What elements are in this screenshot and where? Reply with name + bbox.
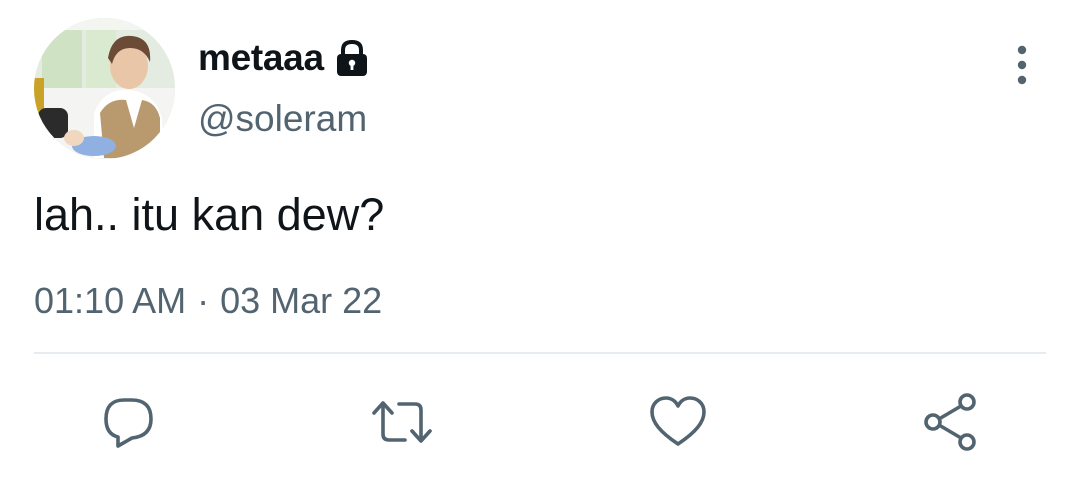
tweet-time: 01:10 AM: [34, 280, 187, 321]
tweet-timestamp[interactable]: 01:10 AM · 03 Mar 22: [34, 279, 382, 323]
heart-icon: [650, 396, 706, 446]
like-button[interactable]: [648, 392, 708, 452]
avatar[interactable]: [34, 18, 175, 159]
share-button[interactable]: [922, 392, 982, 452]
share-icon: [924, 393, 976, 451]
retweet-button[interactable]: [372, 392, 432, 452]
user-handle[interactable]: @soleram: [198, 97, 367, 141]
more-vertical-icon[interactable]: [1005, 44, 1039, 86]
tweet-text: lah.. itu kan dew?: [34, 189, 385, 240]
display-name-text[interactable]: metaaа: [198, 36, 324, 80]
divider: [34, 352, 1046, 354]
meta-separator: ·: [197, 280, 210, 321]
lock-icon: [334, 38, 370, 78]
reply-icon: [104, 398, 153, 448]
display-name[interactable]: metaaа: [198, 36, 370, 80]
reply-button[interactable]: [98, 392, 158, 452]
retweet-icon: [372, 401, 432, 443]
tweet-date: 03 Mar 22: [220, 280, 383, 321]
